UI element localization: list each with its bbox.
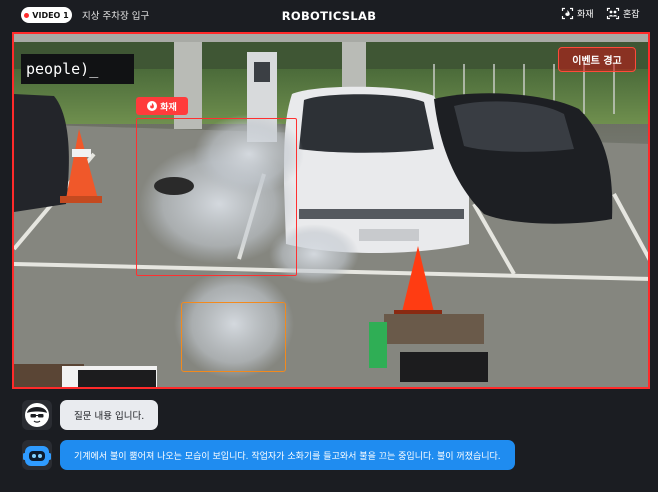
bot-message-bubble: 기계에서 불이 뿜어져 나오는 모습이 보입니다. 작업자가 소화기를 들고와서… xyxy=(60,440,515,470)
brand-logo: ROBOTICSLAB xyxy=(281,9,377,23)
fire-bounding-box[interactable] xyxy=(136,118,297,276)
fire-filter-label: 화재 xyxy=(577,10,594,20)
congestion-filter-button[interactable]: 혼잡 xyxy=(606,7,640,20)
top-bar: VIDEO 1 지상 주차장 입구 ROBOTICSLAB 화재 혼잡 xyxy=(0,0,658,31)
fire-detection-label: 화재 xyxy=(160,102,177,113)
user-avatar-icon xyxy=(22,400,52,430)
congestion-filter-label: 혼잡 xyxy=(623,10,640,20)
user-message-bubble: 질문 내용 입니다. xyxy=(60,400,159,430)
robot-avatar-icon xyxy=(22,440,52,470)
fire-icon xyxy=(147,101,158,111)
fire-alarm-icon xyxy=(561,7,574,20)
crowd-icon xyxy=(606,7,620,20)
detection-overlay-label: people)_ xyxy=(21,54,134,84)
chat-message-user: 질문 내용 입니다. xyxy=(22,400,159,430)
smoke-bounding-box[interactable] xyxy=(181,302,286,372)
event-alert-button[interactable]: 이벤트 경고 xyxy=(558,47,636,72)
video-feed[interactable]: people)_ 이벤트 경고 화재 xyxy=(12,32,650,389)
parking-lot-scene xyxy=(14,34,648,387)
chat-message-bot: 기계에서 불이 뿜어져 나오는 모습이 보입니다. 작업자가 소화기를 들고와서… xyxy=(22,440,515,470)
fire-filter-button[interactable]: 화재 xyxy=(561,7,594,20)
fire-detection-tag: 화재 xyxy=(136,97,188,115)
